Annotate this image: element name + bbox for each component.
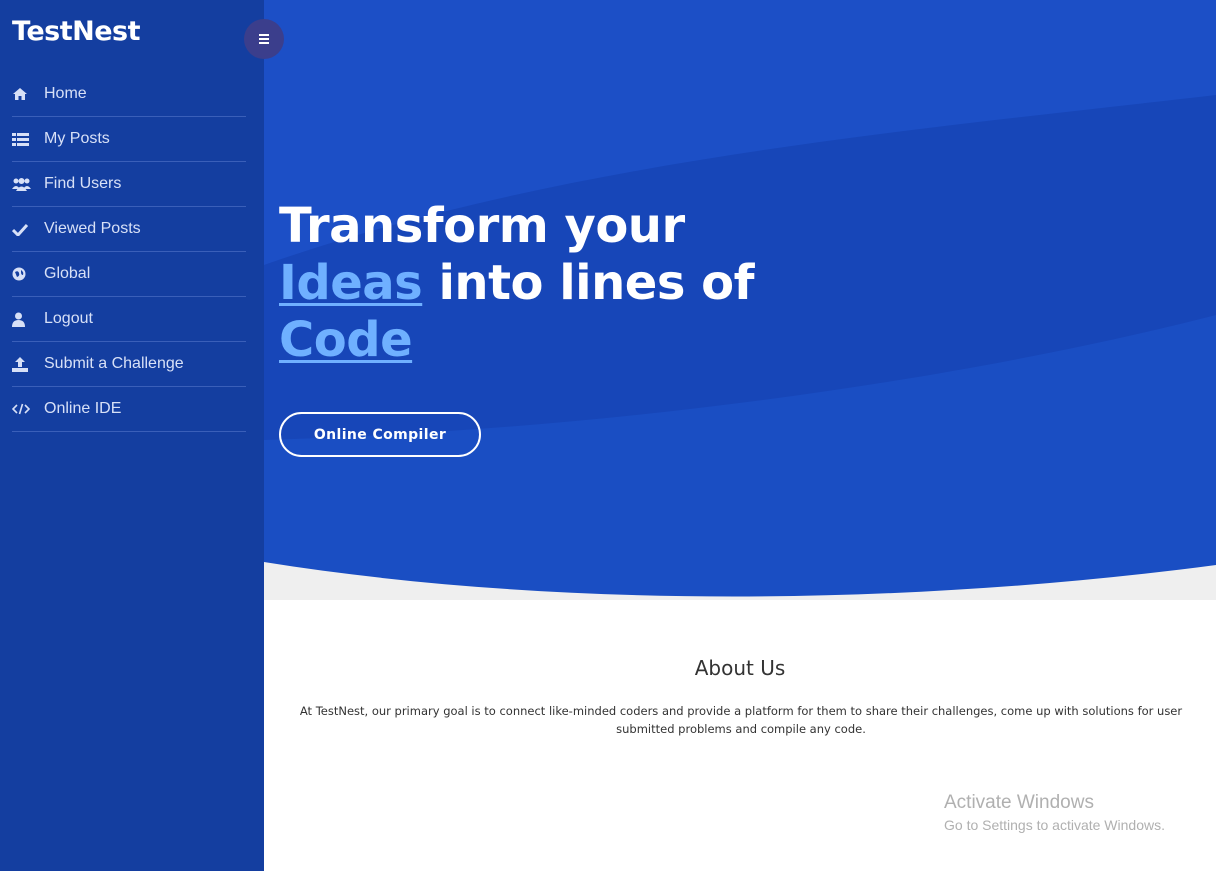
sidebar-item-find-users[interactable]: Find Users: [12, 162, 246, 207]
code-icon: [12, 403, 32, 415]
sidebar-item-label: My Posts: [44, 130, 110, 147]
hero-highlight-code: Code: [279, 312, 413, 368]
about-title: About Us: [694, 656, 786, 680]
sidebar-menu: Home My Posts Find Users Viewed Posts Gl…: [12, 72, 246, 432]
sidebar-item-my-posts[interactable]: My Posts: [12, 117, 246, 162]
sidebar-item-label: Logout: [44, 310, 93, 327]
sidebar-item-global[interactable]: Global: [12, 252, 246, 297]
sidebar-item-label: Viewed Posts: [44, 220, 141, 237]
user-icon: [12, 312, 32, 327]
list-icon: [12, 132, 32, 146]
menu-icon: [259, 32, 269, 46]
hero-line-2: into lines of: [422, 255, 754, 311]
upload-icon: [12, 356, 32, 372]
users-icon: [12, 177, 32, 191]
activate-windows-title: Activate Windows: [944, 792, 1094, 813]
sidebar-item-label: Global: [44, 265, 91, 282]
activate-windows-subtitle: Go to Settings to activate Windows.: [944, 817, 1165, 833]
home-icon: [12, 87, 32, 101]
sidebar-item-label: Home: [44, 85, 87, 102]
sidebar-item-submit-challenge[interactable]: Submit a Challenge: [12, 342, 246, 387]
online-compiler-button[interactable]: Online Compiler: [279, 412, 481, 457]
sidebar-item-viewed-posts[interactable]: Viewed Posts: [12, 207, 246, 252]
sidebar-toggle-button[interactable]: [244, 19, 284, 59]
globe-icon: [12, 267, 32, 281]
about-text: At TestNest, our primary goal is to conn…: [299, 704, 1183, 736]
hero-line-1: Transform your: [279, 198, 685, 254]
sidebar: TestNest Home My Posts Find Users Viewed…: [0, 0, 264, 871]
sidebar-item-logout[interactable]: Logout: [12, 297, 246, 342]
brand-logo[interactable]: TestNest: [12, 16, 141, 47]
hero-highlight-ideas: Ideas: [279, 255, 423, 311]
sidebar-item-label: Find Users: [44, 175, 122, 192]
sidebar-item-home[interactable]: Home: [12, 72, 246, 117]
check-icon: [12, 223, 32, 236]
sidebar-item-label: Submit a Challenge: [44, 355, 184, 372]
sidebar-item-label: Online IDE: [44, 400, 122, 417]
sidebar-item-online-ide[interactable]: Online IDE: [12, 387, 246, 432]
hero-headline: Transform your Ideas into lines of Code: [279, 198, 799, 369]
